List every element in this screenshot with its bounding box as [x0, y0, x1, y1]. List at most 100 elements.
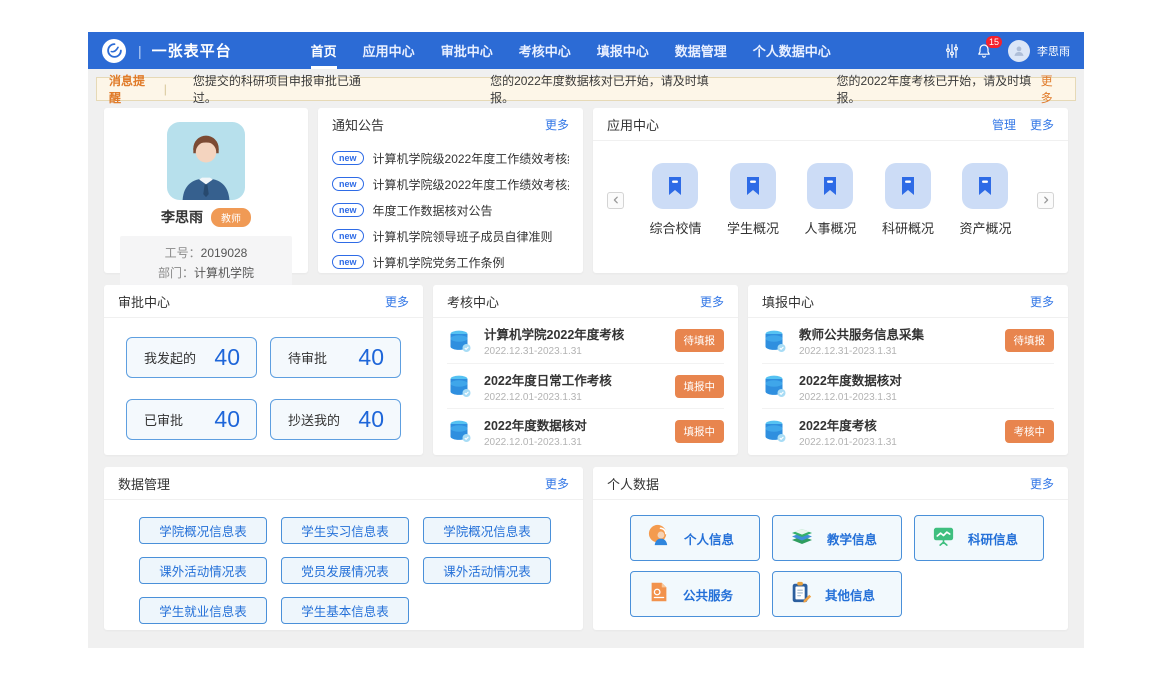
- stat-approved[interactable]: 已审批40: [126, 399, 257, 440]
- alert-message[interactable]: 您的2022年度考核已开始，请及时填报。: [837, 72, 1041, 106]
- bookmark-icon: [962, 163, 1008, 209]
- teaching-info-button[interactable]: 教学信息: [772, 515, 902, 561]
- nav-right: 15 李思雨: [944, 40, 1070, 62]
- brand-name: 一张表平台: [152, 40, 232, 61]
- brand-logo-icon: [102, 39, 126, 63]
- approval-center-panel: 审批中心 更多 我发起的40 待审批40 已审批40 抄送我的40: [104, 285, 423, 455]
- public-service-button[interactable]: 公共服务: [630, 571, 760, 617]
- personal-data-panel: 个人数据 更多 个人信息 教学信息 科研信息: [593, 467, 1068, 630]
- table-button[interactable]: 学院概况信息表: [139, 517, 267, 544]
- nav-item-assess-center[interactable]: 考核中心: [506, 32, 584, 69]
- app-item[interactable]: 学生概况: [727, 163, 779, 237]
- personal-data-title: 个人数据: [607, 474, 659, 493]
- personal-info-button[interactable]: 个人信息: [630, 515, 760, 561]
- books-icon: [789, 523, 815, 554]
- employee-id-value: 2019028: [201, 246, 248, 260]
- task-item[interactable]: 教师公共服务信息采集 2022.12.31-2023.1.31 待填报: [762, 318, 1054, 363]
- task-item[interactable]: 2022年度考核 2022.12.01-2023.1.31 考核中: [762, 408, 1054, 453]
- report-center-title: 填报中心: [762, 292, 814, 311]
- app-item[interactable]: 资产概况: [959, 163, 1011, 237]
- data-management-title: 数据管理: [118, 474, 170, 493]
- task-item[interactable]: 2022年度数据核对 2022.12.01-2023.1.31: [762, 363, 1054, 408]
- department-value: 计算机学院: [194, 266, 254, 280]
- nav-item-report-center[interactable]: 填报中心: [584, 32, 662, 69]
- alert-message[interactable]: 您的2022年度数据核对已开始，请及时填报。: [490, 72, 716, 106]
- profile-avatar: [167, 122, 245, 200]
- alert-label: 消息提醒: [109, 72, 154, 106]
- notice-item[interactable]: new年度工作数据核对公告: [332, 197, 569, 223]
- nav-username: 李思雨: [1037, 43, 1070, 59]
- nav-item-approval-center[interactable]: 审批中心: [428, 32, 506, 69]
- alert-more-link[interactable]: 更多: [1041, 72, 1063, 106]
- notices-panel: 通知公告 更多 new计算机学院级2022年度工作绩效考核结果公示 new计算机…: [318, 108, 583, 273]
- person-icon: [647, 523, 672, 553]
- app-window: | 一张表平台 首页 应用中心 审批中心 考核中心 填报中心 数据管理 个人数据…: [88, 32, 1084, 648]
- table-button[interactable]: 课外活动情况表: [139, 557, 267, 584]
- stat-pending[interactable]: 待审批40: [270, 337, 401, 378]
- app-center-title: 应用中心: [607, 115, 659, 134]
- stat-cc-me[interactable]: 抄送我的40: [270, 399, 401, 440]
- app-item[interactable]: 科研概况: [882, 163, 934, 237]
- brand[interactable]: | 一张表平台: [102, 39, 232, 63]
- report-center-panel: 填报中心 更多 教师公共服务信息采集 2022.12.31-2023.1.31 …: [748, 285, 1068, 455]
- table-button[interactable]: 课外活动情况表: [423, 557, 551, 584]
- other-info-button[interactable]: 其他信息: [772, 571, 902, 617]
- status-badge: 填报中: [675, 375, 725, 398]
- notification-bell-icon[interactable]: 15: [976, 43, 992, 59]
- bookmark-icon: [885, 163, 931, 209]
- new-badge: new: [332, 229, 364, 243]
- approval-more-link[interactable]: 更多: [385, 293, 409, 310]
- notices-title: 通知公告: [332, 115, 384, 134]
- brand-separator: |: [138, 43, 142, 59]
- nav-menu: 首页 应用中心 审批中心 考核中心 填报中心 数据管理 个人数据中心: [298, 32, 844, 69]
- assess-center-panel: 考核中心 更多 计算机学院2022年度考核 2022.12.31-2023.1.…: [433, 285, 738, 455]
- top-navbar: | 一张表平台 首页 应用中心 审批中心 考核中心 填报中心 数据管理 个人数据…: [88, 32, 1084, 69]
- profile-name: 李思雨: [161, 207, 203, 227]
- report-more-link[interactable]: 更多: [1030, 293, 1054, 310]
- stat-initiated[interactable]: 我发起的40: [126, 337, 257, 378]
- task-item[interactable]: 2022年度日常工作考核 2022.12.01-2023.1.31 填报中: [447, 363, 724, 408]
- table-button[interactable]: 学生实习信息表: [281, 517, 409, 544]
- nav-item-data-management[interactable]: 数据管理: [662, 32, 740, 69]
- approval-center-title: 审批中心: [118, 292, 170, 311]
- task-item[interactable]: 2022年度数据核对 2022.12.01-2023.1.31 填报中: [447, 408, 724, 453]
- task-item[interactable]: 计算机学院2022年度考核 2022.12.31-2023.1.31 待填报: [447, 318, 724, 363]
- database-icon: [762, 418, 788, 444]
- table-button[interactable]: 学院概况信息表: [423, 517, 551, 544]
- assess-more-link[interactable]: 更多: [700, 293, 724, 310]
- app-center-panel: 应用中心 管理 更多 综合校情: [593, 108, 1068, 273]
- settings-sliders-icon[interactable]: [944, 43, 960, 59]
- notification-count-badge: 15: [986, 36, 1002, 48]
- nav-item-app-center[interactable]: 应用中心: [350, 32, 428, 69]
- personal-data-more-link[interactable]: 更多: [1030, 475, 1054, 492]
- notice-item[interactable]: new计算机学院领导班子成员自律准则: [332, 223, 569, 249]
- bookmark-icon: [652, 163, 698, 209]
- table-button[interactable]: 党员发展情况表: [281, 557, 409, 584]
- role-badge: 教师: [211, 208, 251, 227]
- data-management-more-link[interactable]: 更多: [545, 475, 569, 492]
- notices-more-link[interactable]: 更多: [545, 116, 569, 133]
- app-center-manage-link[interactable]: 管理: [992, 116, 1016, 133]
- app-center-more-link[interactable]: 更多: [1030, 116, 1054, 133]
- nav-user[interactable]: 李思雨: [1008, 40, 1070, 62]
- nav-item-personal-data-center[interactable]: 个人数据中心: [740, 32, 844, 69]
- notice-item[interactable]: new计算机学院级2022年度工作绩效考核办法: [332, 171, 569, 197]
- carousel-right-arrow[interactable]: [1037, 192, 1054, 209]
- alert-message[interactable]: 您提交的科研项目申报审批已通过。: [193, 72, 372, 106]
- assess-center-title: 考核中心: [447, 292, 499, 311]
- bookmark-icon: [807, 163, 853, 209]
- research-info-button[interactable]: 科研信息: [914, 515, 1044, 561]
- database-icon: [447, 373, 473, 399]
- notice-item[interactable]: new计算机学院党务工作条例: [332, 249, 569, 275]
- bookmark-icon: [730, 163, 776, 209]
- nav-item-home[interactable]: 首页: [298, 32, 350, 69]
- notice-item[interactable]: new计算机学院级2022年度工作绩效考核结果公示: [332, 145, 569, 171]
- database-icon: [762, 373, 788, 399]
- database-icon: [447, 418, 473, 444]
- app-item[interactable]: 综合校情: [649, 163, 701, 237]
- table-button[interactable]: 学生就业信息表: [139, 597, 267, 624]
- table-button[interactable]: 学生基本信息表: [281, 597, 409, 624]
- app-item[interactable]: 人事概况: [804, 163, 856, 237]
- status-badge: 考核中: [1005, 420, 1055, 443]
- carousel-left-arrow[interactable]: [607, 192, 624, 209]
